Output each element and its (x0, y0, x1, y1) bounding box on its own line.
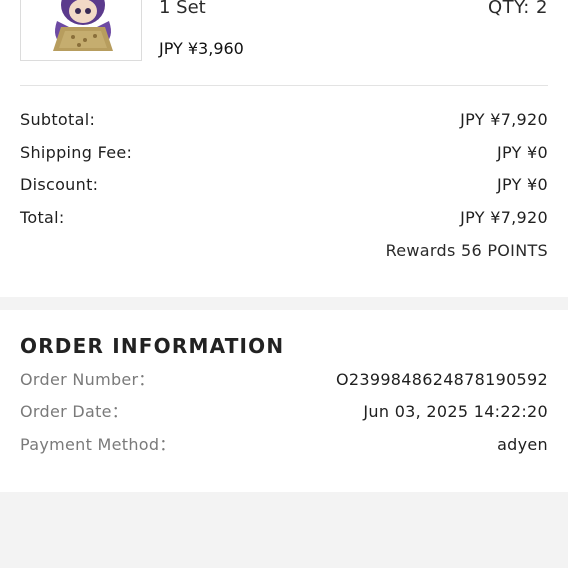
subtotal-value: JPY ¥7,920 (460, 110, 548, 129)
item-variant: 1 Set (159, 0, 206, 18)
subtotal-label: Subtotal: (20, 110, 96, 129)
divider (20, 85, 548, 86)
shipping-fee-row: Shipping Fee: JPY ¥0 (20, 141, 548, 165)
shipping-fee-value: JPY ¥0 (496, 143, 548, 162)
order-date-label: Order Date： (20, 402, 129, 421)
subtotal-row: Subtotal: JPY ¥7,920 (20, 108, 548, 132)
total-value: JPY ¥7,920 (460, 208, 548, 227)
total-label: Total: (20, 208, 65, 227)
rewards-points: Rewards 56 POINTS (385, 241, 548, 260)
plush-figure-image (21, 0, 141, 60)
order-number-label: Order Number： (20, 370, 155, 389)
payment-method-label: Payment Method： (20, 435, 176, 454)
item-price: JPY ¥3,960 (159, 39, 244, 58)
total-row: Total: JPY ¥7,920 (20, 206, 548, 230)
order-date-row: Order Date： Jun 03, 2025 14:22:20 (20, 400, 548, 424)
item-quantity: QTY: 2 (487, 0, 548, 18)
payment-method-value: adyen (497, 435, 548, 454)
order-information-title: ORDER INFORMATION (20, 334, 285, 358)
order-number-value[interactable]: O2399848624878190592 (336, 368, 548, 392)
payment-method-row: Payment Method： adyen (20, 433, 548, 457)
order-summary-card: 1 Set QTY: 2 JPY ¥3,960 Subtotal: JPY ¥7… (0, 0, 568, 297)
order-number-row: Order Number： O2399848624878190592 (20, 368, 548, 392)
shipping-fee-label: Shipping Fee: (20, 143, 133, 162)
discount-label: Discount: (20, 175, 99, 194)
discount-value: JPY ¥0 (496, 175, 548, 194)
order-date-value: Jun 03, 2025 14:22:20 (363, 402, 548, 421)
product-thumbnail[interactable] (20, 0, 142, 61)
discount-row: Discount: JPY ¥0 (20, 173, 548, 197)
